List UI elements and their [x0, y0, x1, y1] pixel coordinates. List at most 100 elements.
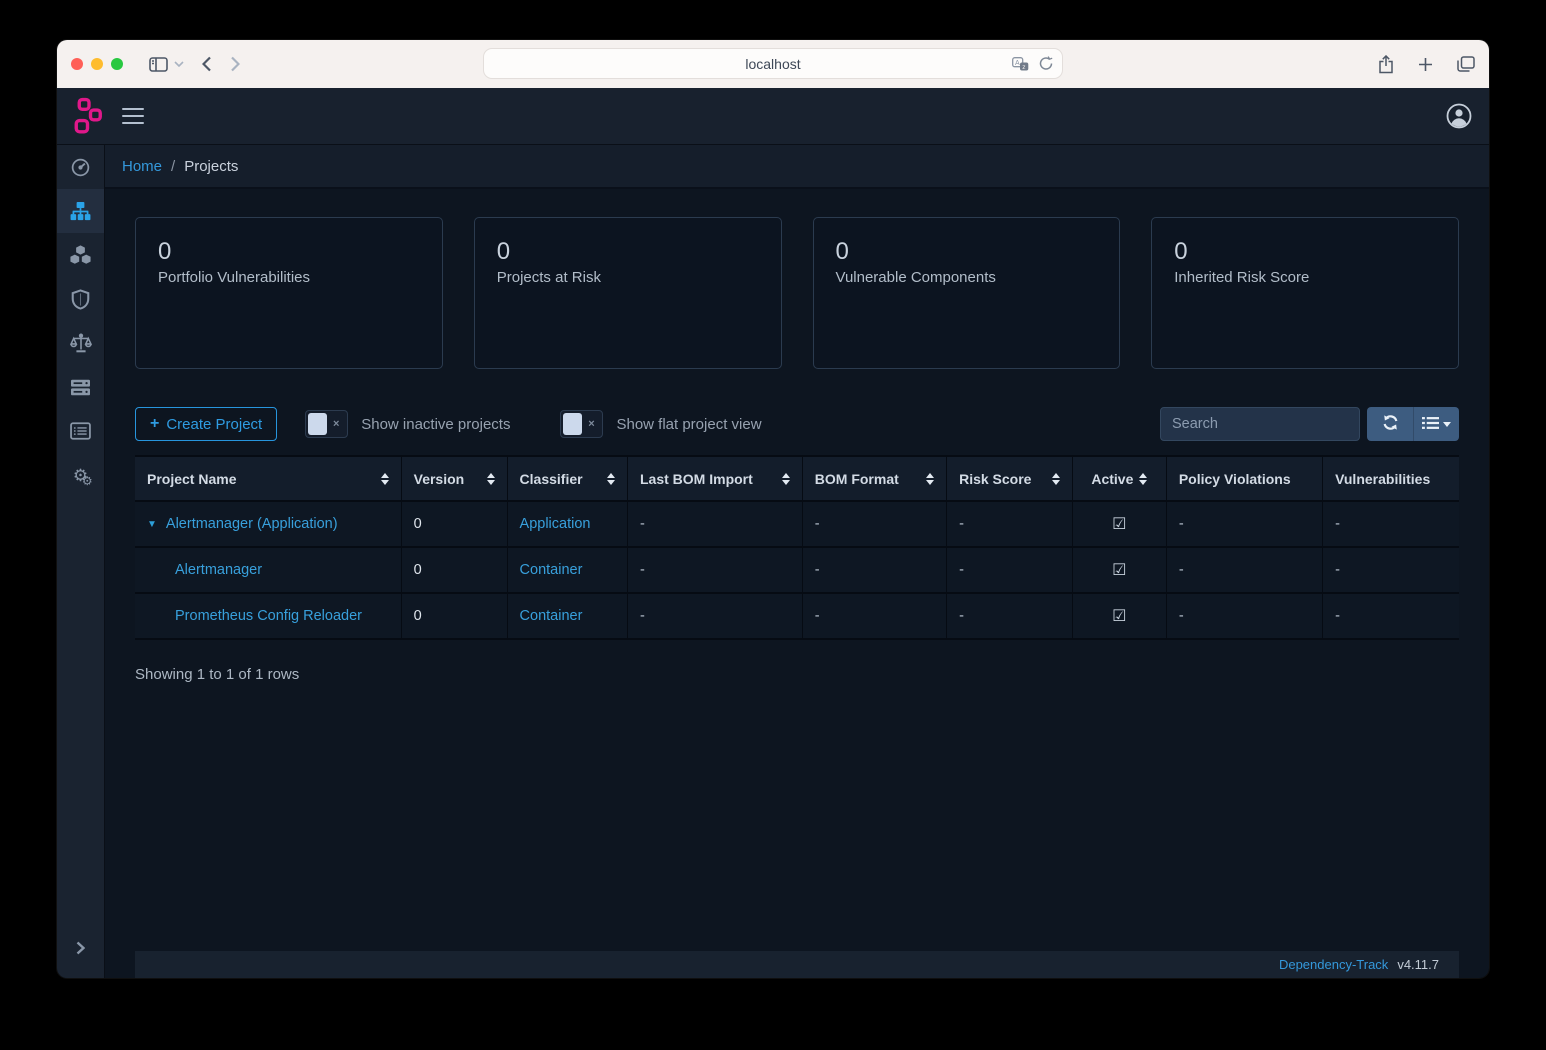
- show-flat-project-view-label: Show flat project view: [616, 416, 761, 433]
- sidebar-item-projects[interactable]: [57, 189, 104, 233]
- projects-toolbar: + Create Project Show inactive projects: [135, 407, 1459, 441]
- projects-sitemap-icon: [70, 202, 91, 221]
- stat-value: 0: [1174, 238, 1436, 266]
- active-checkbox-icon: [1112, 563, 1126, 579]
- sidebar-item-components[interactable]: [57, 233, 104, 277]
- administration-gears-icon: ⚙⚙: [73, 467, 88, 484]
- bom-format-cell: -: [802, 501, 946, 547]
- column-header-classifier[interactable]: Classifier: [507, 456, 627, 501]
- chevron-right-icon: [76, 941, 85, 960]
- classifier-link[interactable]: Application: [520, 516, 591, 532]
- stat-label: Inherited Risk Score: [1174, 269, 1436, 286]
- share-icon[interactable]: [1378, 55, 1394, 74]
- stat-value: 0: [836, 238, 1098, 266]
- vulnerabilities-cell: -: [1323, 593, 1459, 639]
- sort-icon: [1139, 473, 1147, 485]
- svg-text:A: A: [1015, 60, 1020, 67]
- stat-value: 0: [158, 238, 420, 266]
- active-checkbox-icon: [1112, 609, 1126, 625]
- sort-icon: [607, 473, 615, 485]
- url-bar[interactable]: localhost Az: [483, 48, 1063, 79]
- expand-caret-icon[interactable]: [147, 519, 157, 530]
- risk-score-cell: -: [947, 547, 1073, 593]
- column-header-active[interactable]: Active: [1072, 456, 1166, 501]
- sidebar-item-administration[interactable]: ⚙⚙: [57, 453, 104, 497]
- sidebar-item-policy-management[interactable]: [57, 321, 104, 365]
- app-footer: Dependency-Track v4.11.7: [135, 951, 1459, 978]
- classifier-link[interactable]: Container: [520, 608, 583, 624]
- policy-violations-list-icon: [70, 422, 91, 440]
- stat-value: 0: [497, 238, 759, 266]
- classifier-link[interactable]: Container: [520, 562, 583, 578]
- sidebar-item-vulnerabilities[interactable]: [57, 277, 104, 321]
- dashboard-gauge-icon: [70, 157, 91, 178]
- forward-button[interactable]: [230, 56, 240, 72]
- project-name-link[interactable]: Alertmanager: [175, 562, 262, 578]
- plus-icon: +: [150, 415, 159, 433]
- hamburger-menu-icon[interactable]: [122, 108, 144, 124]
- column-header-bom-format[interactable]: BOM Format: [802, 456, 946, 501]
- column-header-project-name[interactable]: Project Name: [135, 456, 401, 501]
- stat-card-vulnerable-components: 0 Vulnerable Components: [813, 217, 1121, 369]
- translate-icon[interactable]: Az: [1012, 57, 1029, 71]
- column-header-policy-violations[interactable]: Policy Violations: [1166, 456, 1322, 501]
- policy-balance-scale-icon: [70, 333, 92, 354]
- sort-icon: [487, 473, 495, 485]
- policy-violations-cell: -: [1166, 593, 1322, 639]
- tab-overview-icon[interactable]: [1457, 56, 1475, 72]
- sort-icon: [782, 473, 790, 485]
- stat-cards: 0 Portfolio Vulnerabilities 0 Projects a…: [135, 217, 1459, 369]
- app-version: v4.11.7: [1397, 957, 1439, 972]
- toggle-off-x-icon: [582, 419, 600, 430]
- refresh-button[interactable]: [1367, 407, 1413, 441]
- breadcrumb: Home / Projects: [105, 145, 1489, 189]
- url-text: localhost: [745, 56, 800, 72]
- last-bom-import-cell: -: [628, 501, 803, 547]
- version-cell: 0: [401, 501, 507, 547]
- stat-card-portfolio-vulnerabilities: 0 Portfolio Vulnerabilities: [135, 217, 443, 369]
- toggle-off-x-icon: [327, 419, 345, 430]
- table-header-row: Project Name Version Classifier Last BOM…: [135, 456, 1459, 501]
- last-bom-import-cell: -: [628, 547, 803, 593]
- project-name-link[interactable]: Prometheus Config Reloader: [175, 608, 362, 624]
- columns-dropdown-button[interactable]: [1413, 407, 1459, 441]
- create-project-button[interactable]: + Create Project: [135, 407, 277, 441]
- toggle-knob: [308, 413, 327, 435]
- show-inactive-projects-label: Show inactive projects: [361, 416, 510, 433]
- column-header-vulnerabilities[interactable]: Vulnerabilities: [1323, 456, 1459, 501]
- column-header-last-bom-import[interactable]: Last BOM Import: [628, 456, 803, 501]
- column-header-version[interactable]: Version: [401, 456, 507, 501]
- breadcrumb-home-link[interactable]: Home: [122, 158, 162, 175]
- pagination-summary: Showing 1 to 1 of 1 rows: [135, 666, 1459, 683]
- chevron-down-icon[interactable]: [174, 61, 184, 67]
- dependency-track-footer-link[interactable]: Dependency-Track: [1279, 957, 1388, 972]
- sidebar-item-policy-violations[interactable]: [57, 409, 104, 453]
- user-avatar-icon[interactable]: [1446, 103, 1472, 129]
- stat-label: Portfolio Vulnerabilities: [158, 269, 420, 286]
- sidebar-item-dashboard[interactable]: [57, 145, 104, 189]
- minimize-window-button[interactable]: [91, 58, 103, 70]
- version-cell: 0: [401, 593, 507, 639]
- risk-score-cell: -: [947, 501, 1073, 547]
- columns-list-icon: [1422, 416, 1439, 433]
- sidebar-collapse-button[interactable]: [57, 934, 104, 966]
- zoom-window-button[interactable]: [111, 58, 123, 70]
- close-window-button[interactable]: [71, 58, 83, 70]
- dependency-track-app: ⚙⚙ Home / Projects 0: [57, 88, 1489, 978]
- sidebar-toggle-icon[interactable]: [149, 57, 168, 72]
- search-input[interactable]: [1160, 407, 1360, 441]
- svg-text:z: z: [1022, 64, 1025, 71]
- column-header-risk-score[interactable]: Risk Score: [947, 456, 1073, 501]
- table-row: Alertmanager 0 Container - - - - -: [135, 547, 1459, 593]
- reload-icon[interactable]: [1039, 56, 1053, 71]
- back-button[interactable]: [202, 56, 212, 72]
- risk-score-cell: -: [947, 593, 1073, 639]
- caret-down-icon: [1443, 422, 1451, 427]
- show-inactive-projects-toggle[interactable]: [305, 410, 348, 438]
- dependency-track-logo-icon[interactable]: [74, 97, 104, 135]
- show-flat-project-view-toggle[interactable]: [560, 410, 603, 438]
- stat-card-inherited-risk-score: 0 Inherited Risk Score: [1151, 217, 1459, 369]
- sidebar-item-vulnerability-audit[interactable]: [57, 365, 104, 409]
- new-tab-icon[interactable]: [1418, 57, 1433, 72]
- project-name-link[interactable]: Alertmanager (Application): [166, 516, 338, 532]
